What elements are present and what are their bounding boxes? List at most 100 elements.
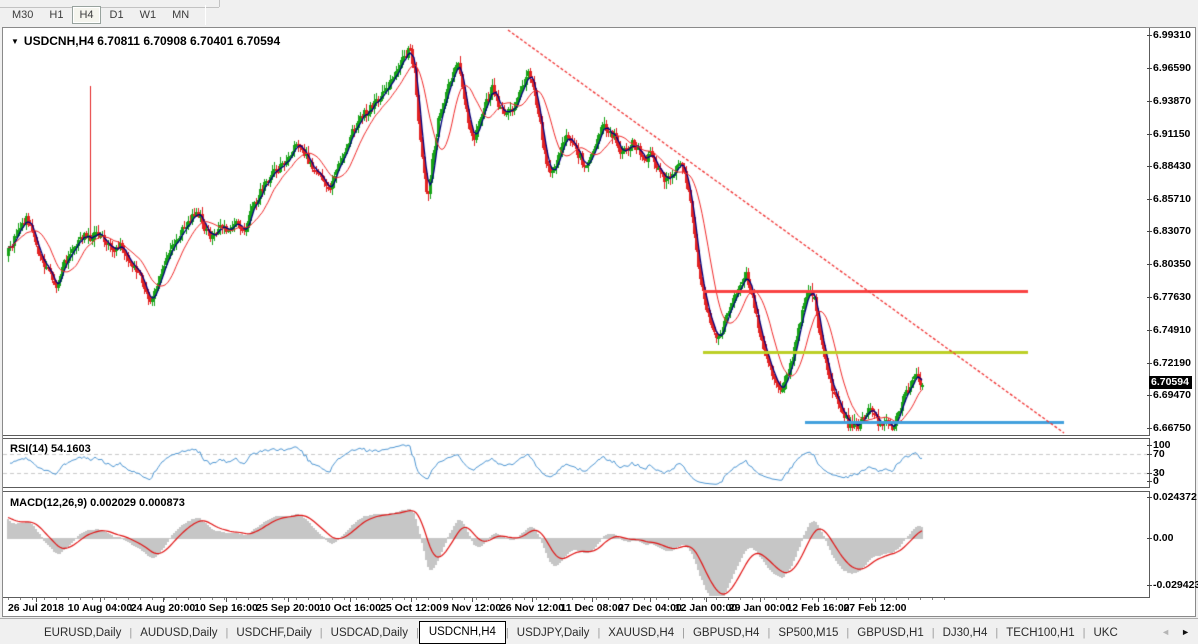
time-minor-tick [572,598,573,600]
timeframe-button-mn[interactable]: MN [165,6,196,24]
time-minor-tick [680,598,681,600]
time-minor-tick [140,598,141,600]
axis-tick [1147,363,1152,364]
axis-tick [1147,395,1152,396]
axis-tick [1147,68,1152,69]
macd-axis-label: 0.024372 [1153,491,1198,503]
time-minor-tick [428,598,429,600]
time-minor-tick [296,598,297,600]
time-minor-tick [860,598,861,600]
time-major-tick [100,598,101,602]
timeframe-button-w1[interactable]: W1 [133,6,164,24]
trading-terminal: M30H1H4D1W1MN ▼ USDCNH,H4 6.70811 6.7090… [0,0,1198,644]
price-axis-label: 6.99310 [1153,29,1198,41]
tab-ukc[interactable]: UKC [1085,623,1125,644]
time-minor-tick [332,598,333,600]
time-minor-tick [512,598,513,600]
time-minor-tick [500,598,501,600]
time-minor-tick [620,598,621,600]
time-minor-tick [932,598,933,600]
time-minor-tick [80,598,81,600]
price-axis-label: 6.93870 [1153,95,1198,107]
time-minor-tick [44,598,45,600]
time-axis-label: 27 Feb 12:00 [830,602,920,614]
time-minor-tick [68,598,69,600]
rsi-axis-label: 70 [1153,448,1198,460]
time-major-tick [818,598,819,602]
time-major-tick [163,598,164,602]
time-major-tick [592,598,593,602]
time-minor-tick [32,598,33,600]
axis-tick [1147,497,1152,498]
tab-dj30-h4[interactable]: DJ30,H4 [935,623,996,644]
time-minor-tick [908,598,909,600]
timeframe-button-d1[interactable]: D1 [103,6,131,24]
tab-xauusd-h4[interactable]: XAUUSD,H4 [600,623,682,644]
rsi-axis-label: 0 [1153,475,1198,487]
time-minor-tick [764,598,765,600]
toolbar-divider [219,0,220,7]
price-chart-canvas[interactable] [3,28,1148,434]
time-minor-tick [644,598,645,600]
time-minor-tick [224,598,225,600]
time-minor-tick [236,598,237,600]
tab-usdjpy-daily[interactable]: USDJPY,Daily [509,623,598,644]
macd-label: MACD(12,26,9) 0.002029 0.000873 [10,497,185,509]
time-minor-tick [8,598,9,600]
tab-tech100-h1[interactable]: TECH100,H1 [998,623,1082,644]
time-minor-tick [632,598,633,600]
time-minor-tick [536,598,537,600]
rsi-indicator-panel[interactable] [3,438,1150,488]
axis-tick [1147,101,1152,102]
tab-audusd-daily[interactable]: AUDUSD,Daily [132,623,225,644]
time-minor-tick [380,598,381,600]
chart-ohlc-title: ▼ USDCNH,H4 6.70811 6.70908 6.70401 6.70… [11,34,280,48]
price-axis-label: 6.80350 [1153,258,1198,270]
time-minor-tick [104,598,105,600]
timeframe-button-h4[interactable]: H4 [72,6,100,24]
time-minor-tick [356,598,357,600]
price-axis-label: 6.74910 [1153,324,1198,336]
time-minor-tick [152,598,153,600]
timeframe-buttons: M30H1H4D1W1MN [4,5,212,25]
rsi-canvas[interactable] [3,439,1148,487]
price-axis-label: 6.72190 [1153,357,1198,369]
tab-gbpusd-h1[interactable]: GBPUSD,H1 [849,623,931,644]
time-minor-tick [92,598,93,600]
price-chart-panel[interactable] [3,28,1150,436]
timeframe-button-m30[interactable]: M30 [5,6,40,24]
time-minor-tick [728,598,729,600]
time-minor-tick [452,598,453,600]
tab-usdcnh-h4[interactable]: USDCNH,H4 [419,621,506,644]
time-minor-tick [560,598,561,600]
tab-eurusd-daily[interactable]: EURUSD,Daily [36,623,129,644]
time-minor-tick [368,598,369,600]
time-minor-tick [692,598,693,600]
axis-tick [1147,585,1152,586]
symbol-dropdown-icon[interactable]: ▼ [11,37,19,46]
tab-scroll-left-icon[interactable]: ◄ [1161,627,1170,637]
time-minor-tick [308,598,309,600]
tab-gbpusd-h4[interactable]: GBPUSD,H4 [685,623,767,644]
time-minor-tick [416,598,417,600]
tab-usdchf-daily[interactable]: USDCHF,Daily [228,623,319,644]
timeframe-button-h1[interactable]: H1 [42,6,70,24]
tab-scroll-right-icon[interactable]: ► [1181,627,1190,637]
time-major-tick [706,598,707,602]
time-major-tick [411,598,412,602]
price-axis-label: 6.91150 [1153,128,1198,140]
macd-axis-label: 0.00 [1153,532,1198,544]
price-axis-label: 6.83070 [1153,225,1198,237]
time-major-tick [760,598,761,602]
axis-tick [1147,538,1152,539]
time-minor-tick [188,598,189,600]
current-price-tag: 6.70594 [1149,376,1192,389]
time-minor-tick [836,598,837,600]
time-major-tick [650,598,651,602]
time-minor-tick [548,598,549,600]
time-minor-tick [128,598,129,600]
tab-sp500-m15[interactable]: SP500,M15 [770,623,846,644]
tab-usdcad-daily[interactable]: USDCAD,Daily [323,623,416,644]
time-minor-tick [872,598,873,600]
axis-tick [1147,428,1152,429]
